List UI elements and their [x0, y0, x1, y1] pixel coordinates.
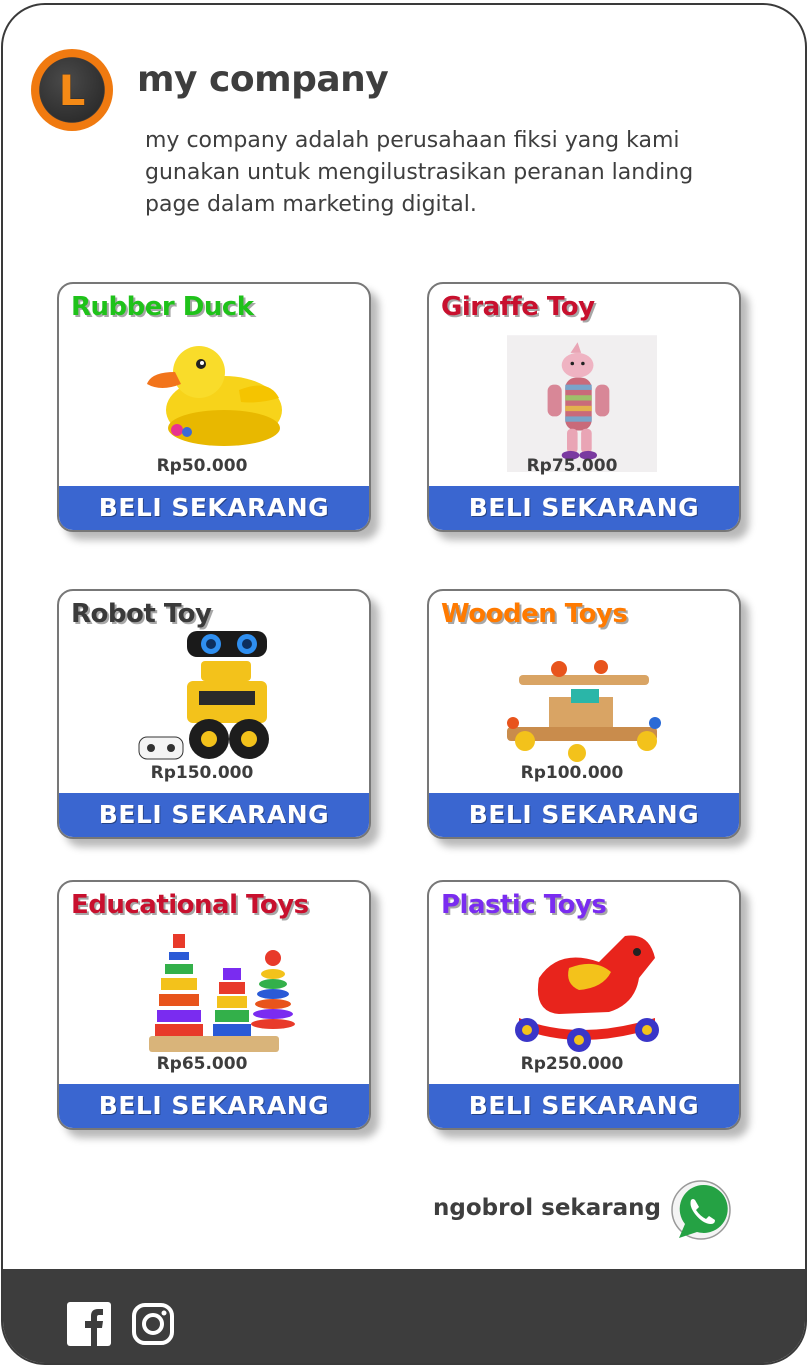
product-card-plastic-toys: Plastic Toys Rp250.000 BELI SEKARANG [427, 880, 741, 1130]
plastic-toys-image [515, 935, 659, 1052]
robot-toy-image [138, 631, 269, 760]
buy-now-button[interactable]: BELI SEKARANG [429, 1084, 739, 1128]
product-card-educational-toys: Educational Toys Rp65.000 BELI SEKARANG [57, 880, 371, 1130]
buy-now-button[interactable]: BELI SEKARANG [429, 793, 739, 837]
product-title: Rubber Duck [71, 292, 254, 322]
rubber-duck-image [147, 346, 282, 446]
buy-now-button[interactable]: BELI SEKARANG [59, 486, 369, 530]
product-title: Wooden Toys [441, 599, 628, 629]
company-title: my company [137, 59, 389, 100]
chat-now-label[interactable]: ngobrol sekarang [433, 1195, 661, 1221]
product-price: Rp75.000 [526, 456, 618, 476]
wooden-toys-image [507, 660, 661, 762]
company-description: my company adalah perusahaan fiksi yang … [145, 128, 694, 217]
product-price: Rp65.000 [156, 1054, 248, 1074]
product-title: Robot Toy [71, 599, 212, 629]
product-card-giraffe-toy: Giraffe Toy Rp75.000 BELI SEKARANG [427, 282, 741, 532]
product-price: Rp50.000 [156, 456, 248, 476]
buy-now-button[interactable]: BELI SEKARANG [59, 1084, 369, 1128]
buy-now-button[interactable]: BELI SEKARANG [59, 793, 369, 837]
product-price: Rp100.000 [520, 763, 624, 783]
whatsapp-icon[interactable] [669, 1180, 733, 1244]
instagram-icon[interactable] [131, 1302, 175, 1346]
educational-toys-image [149, 934, 295, 1052]
product-title: Plastic Toys [441, 890, 607, 920]
product-card-robot-toy: Robot Toy Rp150.000 BELI SEKARANG [57, 589, 371, 839]
product-card-rubber-duck: Rubber Duck Rp50.000 BELI SEKARANG [57, 282, 371, 532]
company-logo: L [31, 49, 113, 131]
facebook-icon[interactable] [67, 1302, 111, 1346]
logo-letter: L [40, 58, 104, 122]
product-price: Rp150.000 [150, 763, 254, 783]
product-title: Educational Toys [71, 890, 309, 920]
footer [3, 1269, 805, 1363]
landing-page: L my company my company adalah perusahaa… [1, 3, 807, 1365]
product-title: Giraffe Toy [441, 292, 595, 322]
buy-now-button[interactable]: BELI SEKARANG [429, 486, 739, 530]
product-price: Rp250.000 [520, 1054, 624, 1074]
giraffe-toy-image [507, 335, 657, 472]
product-card-wooden-toys: Wooden Toys Rp100.000 BELI SEKARANG [427, 589, 741, 839]
